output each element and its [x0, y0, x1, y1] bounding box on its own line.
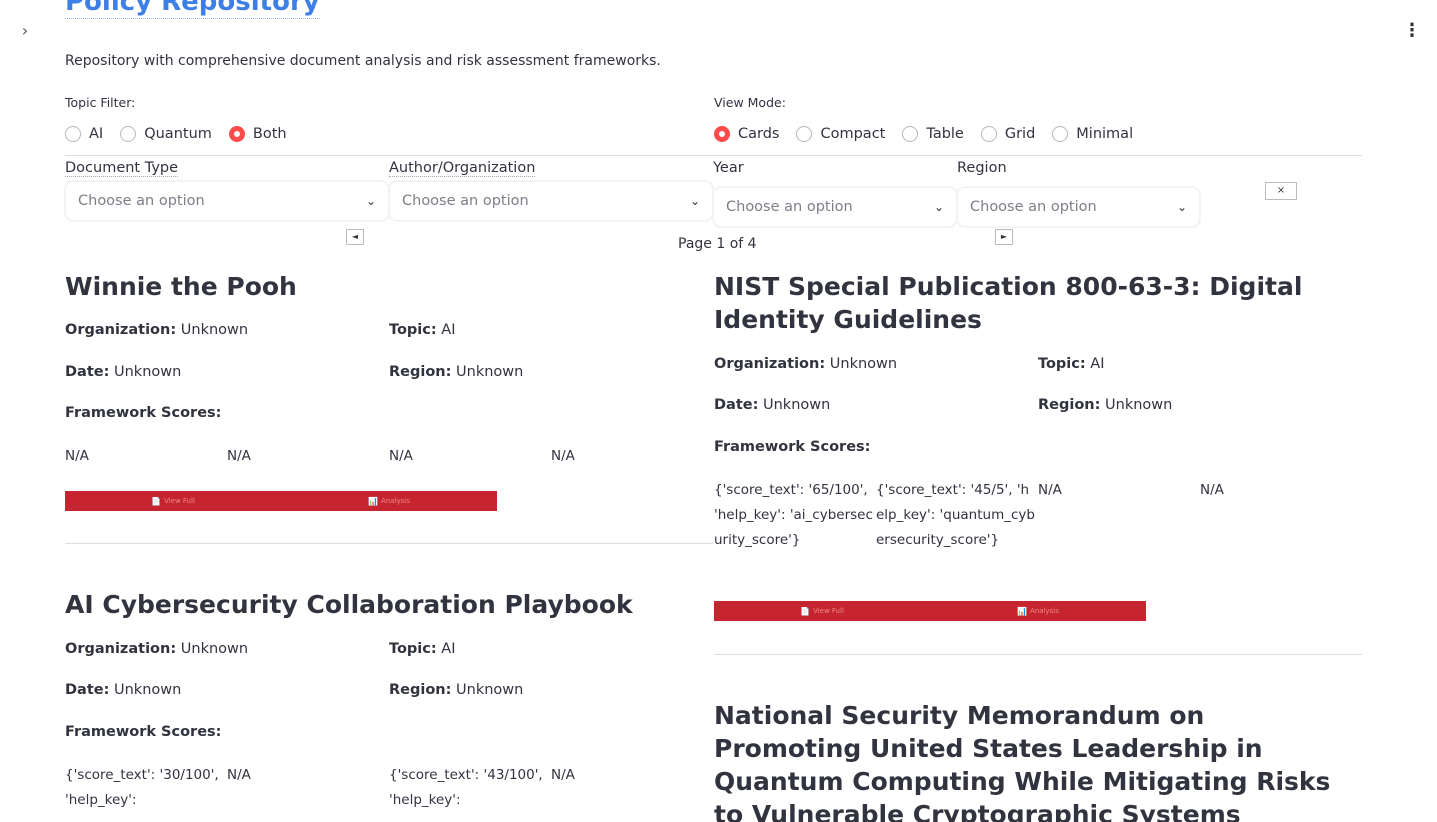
framework-scores-label: Framework Scores:: [714, 439, 871, 455]
chevron-right-icon[interactable]: ›: [17, 20, 33, 42]
divider: [65, 155, 1362, 156]
view-mode-label: View Mode:: [714, 95, 786, 110]
topic-option-both[interactable]: Both: [228, 126, 287, 142]
score-value: {'score_text': '30/100', 'help_key':: [65, 767, 219, 808]
score-value: {'score_text': '43/100', 'help_key':: [389, 767, 543, 808]
framework-scores-label: Framework Scores:: [65, 405, 222, 421]
date-field: Date: Unknown: [65, 364, 182, 380]
chart-icon: 📊: [368, 496, 379, 506]
score-value: N/A: [227, 767, 251, 783]
date-field: Date: Unknown: [65, 682, 182, 698]
organization-field: Organization: Unknown: [714, 356, 898, 372]
radio-selected-icon[interactable]: [714, 126, 730, 142]
document-title: AI Cybersecurity Collaboration Playbook: [65, 590, 633, 619]
score-value: N/A: [551, 767, 575, 783]
prev-page-button[interactable]: ◄: [346, 229, 364, 245]
region-select[interactable]: Choose an option ⌄: [957, 187, 1200, 227]
document-title: Winnie the Pooh: [65, 272, 297, 301]
divider: [714, 654, 1362, 655]
view-full-button[interactable]: 📄 View Full: [714, 601, 930, 621]
document-icon: 📄: [800, 606, 811, 616]
view-option-cards[interactable]: Cards: [714, 126, 779, 142]
score-value: N/A: [1200, 482, 1224, 498]
region-field: Region: Unknown: [389, 364, 524, 380]
year-select[interactable]: Choose an option ⌄: [713, 187, 957, 227]
date-field: Date: Unknown: [714, 397, 831, 413]
page-indicator: Page 1 of 4: [678, 236, 757, 252]
document-actions: 📄 View Full 📊 Analysis: [714, 601, 1146, 621]
radio-unselected-icon[interactable]: [902, 126, 919, 142]
document-icon: 📄: [151, 496, 162, 506]
document-type-label: Document Type: [65, 160, 179, 177]
analysis-button[interactable]: 📊 Analysis: [281, 491, 497, 511]
view-option-grid[interactable]: Grid: [980, 126, 1035, 142]
view-option-compact[interactable]: Compact: [796, 126, 885, 142]
radio-unselected-icon[interactable]: [980, 126, 997, 142]
year-label: Year: [713, 160, 744, 176]
topic-option-quantum[interactable]: Quantum: [120, 126, 212, 142]
kebab-menu-icon[interactable]: ⋮: [1402, 20, 1422, 42]
document-title: NIST Special Publication 800-63-3: Digit…: [714, 272, 1303, 334]
score-value: N/A: [65, 448, 89, 464]
next-page-button[interactable]: ►: [995, 229, 1013, 245]
score-value: {'score_text': '45/5', 'help_key': 'quan…: [876, 482, 1035, 548]
region-field: Region: Unknown: [1038, 397, 1173, 413]
analysis-button[interactable]: 📊 Analysis: [930, 601, 1146, 621]
document-title: National Security Memorandum on Promotin…: [714, 701, 1331, 822]
chevron-down-icon: ⌄: [1176, 200, 1187, 214]
topic-field: Topic: AI: [1038, 356, 1105, 372]
page-title: Policy Repository: [65, 0, 320, 19]
divider: [65, 543, 713, 544]
chevron-down-icon: ⌄: [933, 200, 944, 214]
region-field: Region: Unknown: [389, 682, 524, 698]
score-value: N/A: [389, 448, 413, 464]
chevron-down-icon: ⌄: [689, 194, 700, 208]
topic-option-ai[interactable]: AI: [65, 126, 103, 142]
radio-unselected-icon[interactable]: [120, 126, 137, 142]
region-label: Region: [957, 160, 1007, 176]
score-value: {'score_text': '65/100', 'help_key': 'ai…: [714, 482, 873, 548]
clear-filters-button[interactable]: ×: [1265, 182, 1297, 200]
author-label: Author/Organization: [389, 160, 536, 177]
topic-filter-radio-group: AI Quantum Both: [65, 126, 304, 142]
organization-field: Organization: Unknown: [65, 322, 249, 338]
score-value: N/A: [227, 448, 251, 464]
view-full-button[interactable]: 📄 View Full: [65, 491, 281, 511]
page-description: Repository with comprehensive document a…: [65, 53, 661, 69]
view-option-minimal[interactable]: Minimal: [1052, 126, 1133, 142]
author-select[interactable]: Choose an option ⌄: [389, 181, 713, 221]
view-option-table[interactable]: Table: [902, 126, 964, 142]
organization-field: Organization: Unknown: [65, 641, 249, 657]
framework-scores-label: Framework Scores:: [65, 724, 222, 740]
radio-selected-icon[interactable]: [228, 126, 245, 142]
radio-unselected-icon[interactable]: [796, 126, 813, 142]
topic-field: Topic: AI: [389, 641, 456, 657]
document-type-select[interactable]: Choose an option ⌄: [65, 181, 389, 221]
topic-filter-label: Topic Filter:: [65, 95, 136, 110]
radio-unselected-icon[interactable]: [65, 126, 81, 142]
view-mode-radio-group: Cards Compact Table Grid Minimal: [714, 126, 1150, 142]
topic-field: Topic: AI: [389, 322, 456, 338]
document-actions: 📄 View Full 📊 Analysis: [65, 491, 497, 511]
chevron-down-icon: ⌄: [365, 194, 376, 208]
score-value: N/A: [551, 448, 575, 464]
radio-unselected-icon[interactable]: [1052, 126, 1069, 142]
chart-icon: 📊: [1017, 606, 1028, 616]
score-value: N/A: [1038, 482, 1062, 498]
